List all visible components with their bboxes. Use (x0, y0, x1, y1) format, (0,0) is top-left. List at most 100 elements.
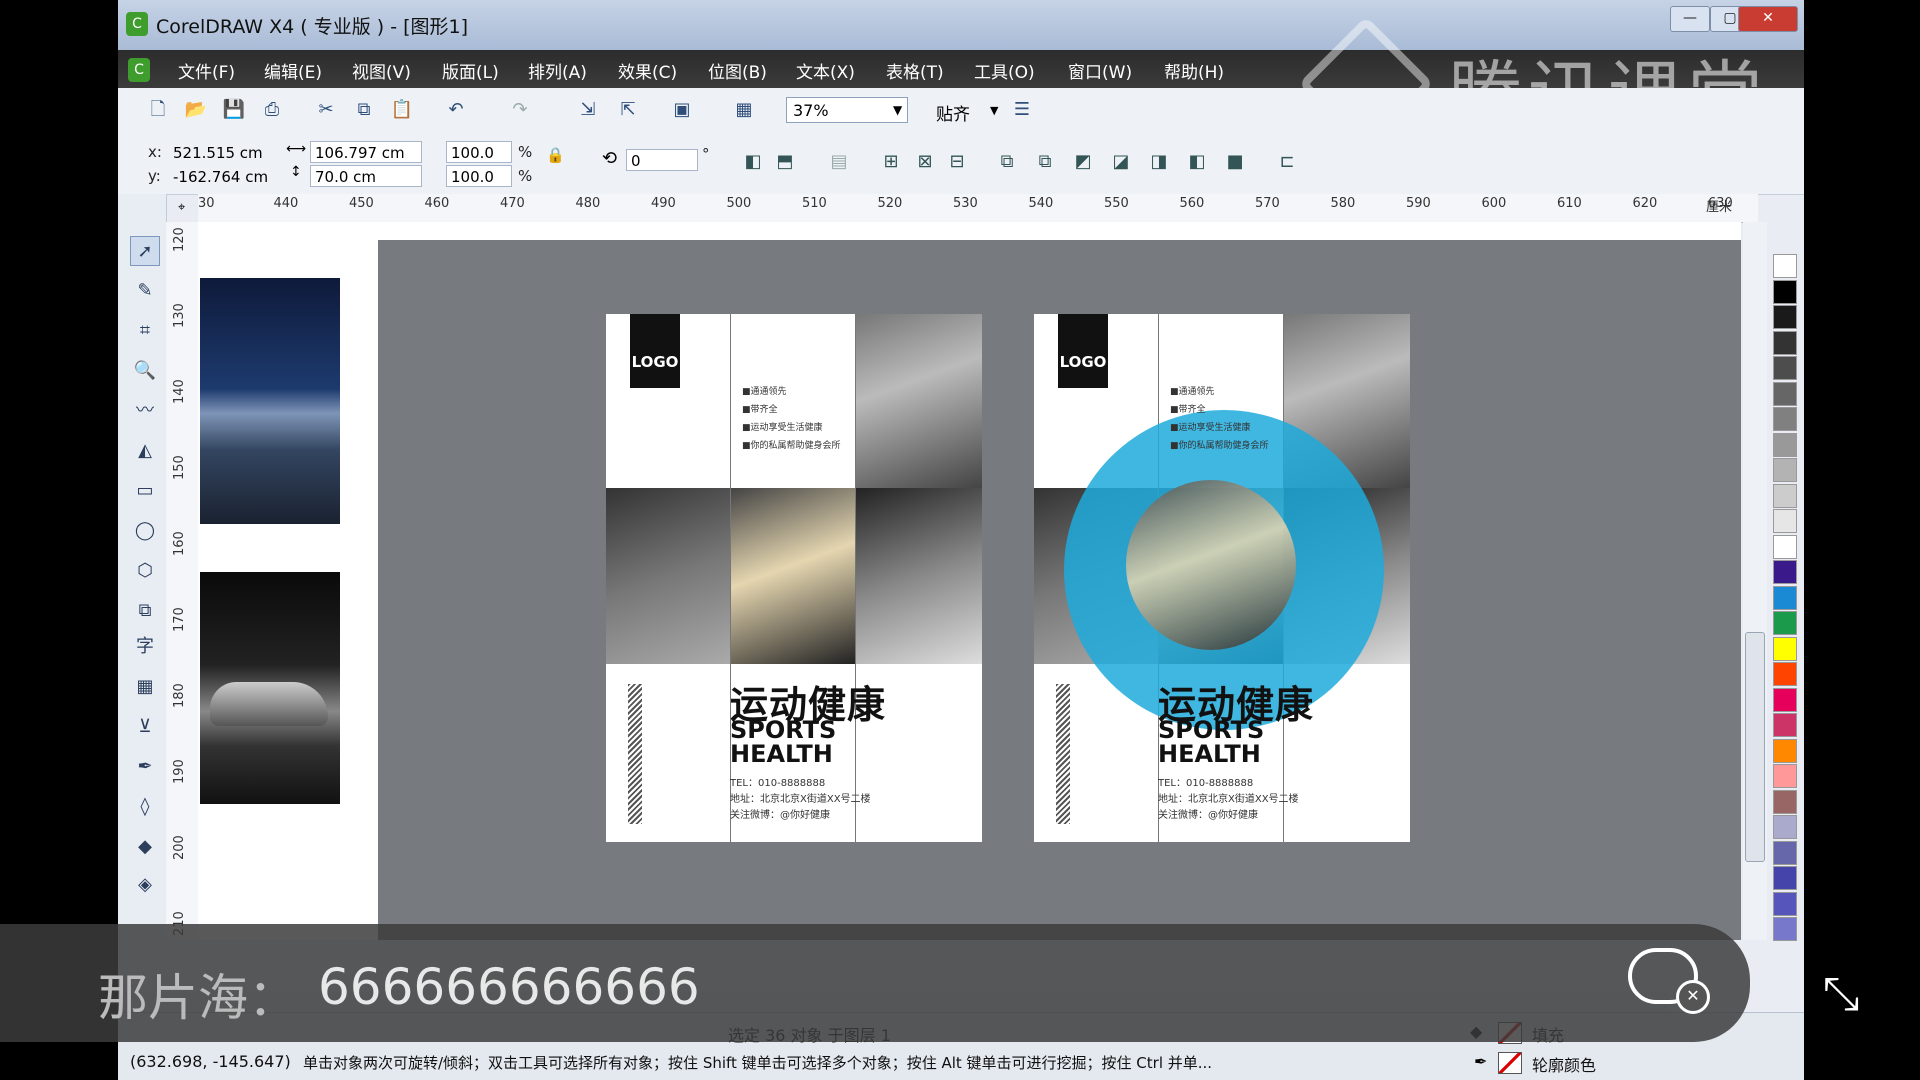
shape-tool-icon[interactable]: ✎ (130, 276, 160, 306)
print-icon[interactable]: ⎙ (260, 98, 284, 122)
gym-man-photo[interactable] (856, 488, 982, 664)
back-minus-front-icon[interactable]: ■ (1222, 149, 1248, 175)
create-boundary-icon[interactable]: ⊏ (1274, 149, 1300, 175)
scale-x-field[interactable]: 100.0 (446, 141, 512, 163)
stripe-decoration[interactable] (1056, 684, 1070, 824)
vertical-ruler[interactable]: 120130140150160170180190200210 (166, 222, 199, 940)
ungroup-all-icon[interactable]: ⊟ (944, 149, 970, 175)
menu-file[interactable]: 文件(F) (178, 58, 235, 83)
menu-table[interactable]: 表格(T) (886, 58, 944, 83)
vertical-scrollbar[interactable] (1743, 222, 1767, 940)
address-text[interactable]: 地址：北京北京X街道XX号二楼 (730, 792, 871, 808)
outline-tool-icon[interactable]: ◊ (130, 792, 160, 822)
color-swatch[interactable] (1773, 279, 1797, 304)
close-chat-icon[interactable]: ✕ (1676, 980, 1710, 1014)
tel-text[interactable]: TEL：010-8888888 (730, 776, 825, 792)
text-tool-icon[interactable]: 字 (130, 632, 160, 662)
export-icon[interactable]: ⇱ (616, 98, 640, 122)
rectangle-tool-icon[interactable]: ▭ (130, 476, 160, 506)
height-field[interactable]: 70.0 cm (310, 165, 422, 187)
snap-dropdown[interactable]: 贴齐 (936, 100, 970, 125)
polygon-tool-icon[interactable]: ⬡ (130, 556, 160, 586)
wrap-text-icon[interactable]: ▤ (826, 149, 852, 175)
health-text[interactable]: HEALTH (1158, 742, 1261, 766)
color-swatch[interactable] (1773, 381, 1797, 406)
bullet-1[interactable]: ■通通领先 (742, 384, 787, 397)
color-swatch[interactable] (1773, 611, 1797, 635)
bullet-1[interactable]: ■通通领先 (1170, 384, 1215, 397)
color-swatch[interactable] (1773, 407, 1797, 431)
fill-tool-icon[interactable]: ◆ (130, 832, 160, 862)
close-icon[interactable]: ✕ (1738, 6, 1798, 32)
bullet-3[interactable]: ■运动享受生活健康 (742, 420, 823, 433)
cut-icon[interactable]: ✂ (314, 98, 338, 122)
mirror-horizontal-icon[interactable]: ◧ (740, 149, 766, 175)
bullet-3[interactable]: ■运动享受生活健康 (1170, 420, 1251, 433)
tel-text[interactable]: TEL：010-8888888 (1158, 776, 1253, 792)
x-position-field[interactable]: 521.515 cm (168, 141, 288, 163)
color-swatch[interactable] (1773, 840, 1797, 865)
ellipse-tool-icon[interactable]: ◯ (130, 516, 160, 546)
poster-page-2[interactable]: LOGO ■通通领先 ■带齐全 ■运动享受生活健康 ■你的私属帮助健身会所 运动… (1034, 314, 1410, 842)
smart-fill-tool-icon[interactable]: ◭ (130, 436, 160, 466)
ungroup-icon[interactable]: ⊠ (912, 149, 938, 175)
exit-fullscreen-icon[interactable]: ⤡ (1806, 958, 1876, 1028)
gym-woman-photo[interactable] (856, 314, 982, 488)
color-swatch[interactable] (1773, 432, 1797, 457)
open-icon[interactable]: 📂 (184, 98, 208, 122)
group-icon[interactable]: ⊞ (878, 149, 904, 175)
color-swatch[interactable] (1773, 866, 1797, 890)
redo-icon[interactable]: ↷ (508, 98, 532, 122)
rotation-field[interactable]: 0 (626, 149, 698, 171)
weibo-text[interactable]: 关注微博：@你好健康 (1158, 808, 1258, 824)
app-launcher-icon[interactable]: ▦ (732, 98, 756, 122)
zoom-tool-icon[interactable]: 🔍 (130, 356, 160, 386)
color-swatch[interactable] (1773, 789, 1797, 814)
bullet-2[interactable]: ■带齐全 (1170, 402, 1206, 415)
crop-tool-icon[interactable]: ⌗ (130, 316, 160, 346)
color-swatch[interactable] (1773, 636, 1797, 661)
menu-tools[interactable]: 工具(O) (974, 58, 1035, 83)
pick-tool-icon[interactable]: ➚ (130, 236, 160, 266)
resting-woman-photo[interactable] (606, 488, 730, 664)
color-swatch[interactable] (1773, 356, 1797, 380)
menu-effects[interactable]: 效果(C) (618, 58, 677, 83)
dimension-tool-icon[interactable]: ⊻ (130, 712, 160, 742)
trim-icon[interactable]: ◩ (1070, 149, 1096, 175)
menu-text[interactable]: 文本(X) (796, 58, 855, 83)
stripe-decoration[interactable] (628, 684, 642, 824)
undo-icon[interactable]: ↶ (444, 98, 468, 122)
chevron-down-icon[interactable]: ▼ (893, 103, 902, 117)
color-swatch[interactable] (1773, 254, 1797, 278)
no-outline-swatch[interactable] (1498, 1052, 1522, 1074)
health-text[interactable]: HEALTH (730, 742, 833, 766)
menu-view[interactable]: 视图(V) (352, 58, 411, 83)
address-text[interactable]: 地址：北京北京X街道XX号二楼 (1158, 792, 1299, 808)
menu-window[interactable]: 窗口(W) (1068, 58, 1132, 83)
city-night-image[interactable] (200, 278, 340, 524)
scale-y-field[interactable]: 100.0 (446, 165, 512, 187)
poster-page-1[interactable]: LOGO ■通通领先 ■带齐全 ■运动享受生活健康 ■你的私属帮助健身会所 运动… (606, 314, 982, 842)
ruler-origin-icon[interactable]: ⌖ (178, 200, 185, 215)
color-swatch[interactable] (1773, 330, 1797, 355)
menu-help[interactable]: 帮助(H) (1164, 58, 1224, 83)
minimize-icon[interactable]: — (1670, 6, 1710, 32)
intersect-icon[interactable]: ◪ (1108, 149, 1134, 175)
color-swatch[interactable] (1773, 891, 1797, 916)
menu-layout[interactable]: 版面(L) (442, 58, 499, 83)
bullet-4[interactable]: ■你的私属帮助健身会所 (742, 438, 841, 451)
chevron-down-icon[interactable]: ▼ (990, 104, 998, 117)
runner-photo[interactable] (731, 488, 855, 664)
color-swatch[interactable] (1773, 560, 1797, 584)
bullet-4[interactable]: ■你的私属帮助健身会所 (1170, 438, 1269, 451)
horizontal-ruler[interactable]: 30 440 450 460 470 480 490 500 510 520 530 540 550 56… (198, 194, 1758, 223)
mirror-vertical-icon[interactable]: ⬒ (772, 149, 798, 175)
logo-box[interactable]: LOGO (630, 314, 680, 388)
menu-arrange[interactable]: 排列(A) (528, 58, 587, 83)
table-tool-icon[interactable]: ▦ (130, 672, 160, 702)
sports-text[interactable]: SPORTS (1158, 718, 1264, 742)
color-swatch[interactable] (1773, 687, 1797, 712)
eyedropper-tool-icon[interactable]: ✒ (130, 752, 160, 782)
color-swatch[interactable] (1773, 483, 1797, 508)
paste-icon[interactable]: 📋 (390, 98, 414, 122)
